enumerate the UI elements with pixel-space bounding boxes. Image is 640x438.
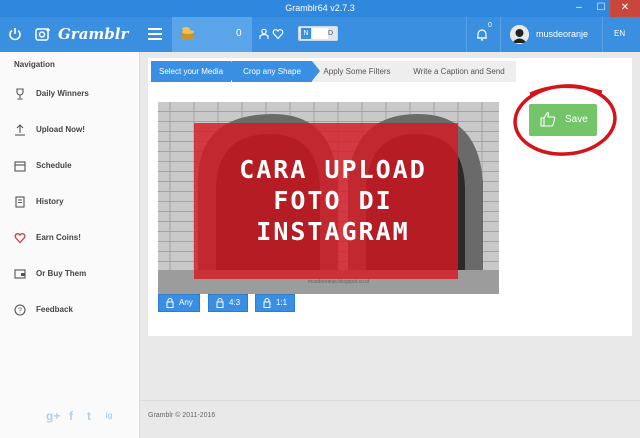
brand-logo: Gramblr [58, 25, 129, 43]
camera-logo-icon [35, 28, 50, 41]
caption-line: FOTO DI [273, 186, 393, 215]
coin-count: 0 [236, 28, 242, 39]
crop-label: Any [179, 298, 193, 307]
step-apply-filters[interactable]: Apply Some Filters [312, 61, 410, 82]
step-arrow [312, 61, 320, 81]
heart-icon [14, 233, 26, 244]
facebook-icon[interactable]: f [64, 409, 78, 423]
trophy-icon [16, 88, 24, 100]
crop-4-3-button[interactable]: 4:3 [208, 294, 248, 312]
power-icon[interactable] [8, 27, 22, 41]
footer-copyright: Gramblr © 2011-2016 [148, 412, 216, 419]
coin-balance[interactable]: 0 [172, 17, 252, 52]
caption-line: INSTAGRAM [256, 217, 410, 246]
toggle-off-label: D [327, 30, 334, 37]
sidebar-item-upload-now[interactable]: Upload Now! [0, 122, 140, 140]
calendar-icon [14, 161, 26, 172]
header-divider [500, 17, 501, 52]
user-icon[interactable] [258, 28, 270, 40]
cart-icon [14, 269, 26, 279]
upload-icon [15, 124, 25, 136]
svg-text:?: ? [18, 308, 22, 315]
sidebar-item-label: Or Buy Them [36, 269, 87, 278]
sidebar-item-schedule[interactable]: Schedule [0, 158, 140, 176]
photo-preview[interactable]: CARA UPLOAD FOTO DI INSTAGRAM musdeoranj… [158, 102, 499, 294]
avatar-image [510, 25, 529, 44]
crop-label: 1:1 [276, 298, 288, 307]
heart-icon[interactable] [272, 28, 284, 40]
sidebar-item-daily-winners[interactable]: Daily Winners [0, 86, 140, 104]
sidebar-item-label: Schedule [36, 161, 72, 170]
photo-caption-text: CARA UPLOAD FOTO DI INSTAGRAM [218, 154, 448, 247]
notification-count: 0 [488, 22, 492, 29]
crop-any-button[interactable]: Any [158, 294, 200, 312]
save-label: Save [565, 114, 588, 125]
close-button[interactable]: ✕ [610, 0, 640, 17]
step-select-media[interactable]: Select your Media [151, 61, 239, 82]
lock-icon [216, 298, 224, 308]
caption-line: CARA UPLOAD [239, 155, 427, 184]
editor-card: Select your Media Crop any Shape Apply S… [148, 58, 632, 336]
nsfw-toggle[interactable]: N D [298, 26, 338, 41]
header-divider [466, 17, 467, 52]
username[interactable]: musdeoranje [536, 29, 588, 39]
sidebar-item-label: Feedback [36, 305, 73, 314]
step-caption-send[interactable]: Write a Caption and Send [402, 61, 516, 82]
save-button[interactable]: Save [529, 104, 597, 136]
sidebar-item-label: History [36, 197, 64, 206]
crop-1-1-button[interactable]: 1:1 [255, 294, 295, 312]
step-arrow [402, 61, 410, 81]
sidebar: Navigation Daily Winners Upload Now! Sch… [0, 52, 140, 438]
sidebar-item-label: Earn Coins! [36, 233, 81, 242]
step-crop-shape[interactable]: Crop any Shape [232, 61, 320, 82]
footer-divider [140, 400, 640, 401]
toggle-on-label: N [301, 28, 311, 39]
step-label: Write a Caption and Send [413, 67, 505, 76]
bell-icon[interactable] [476, 28, 488, 41]
instagram-icon[interactable]: ig [102, 409, 116, 423]
watermark: musdeoranje.blogspot.co.id [308, 279, 370, 285]
sidebar-item-label: Daily Winners [36, 89, 89, 98]
history-icon [15, 196, 25, 208]
app-header: Gramblr 0 N D 0 musdeoranje EN [0, 17, 640, 52]
sidebar-item-earn-coins[interactable]: Earn Coins! [0, 230, 140, 248]
sidebar-item-history[interactable]: History [0, 194, 140, 212]
lock-icon [263, 298, 271, 308]
google-plus-icon[interactable]: g+ [46, 409, 60, 423]
thumbs-up-icon [540, 112, 556, 127]
coin-stack-icon [182, 27, 194, 40]
lock-icon [166, 298, 174, 308]
sidebar-item-label: Upload Now! [36, 125, 85, 134]
nav-title: Navigation [14, 60, 55, 69]
step-label: Apply Some Filters [323, 67, 391, 76]
question-icon: ? [14, 304, 26, 316]
sidebar-item-feedback[interactable]: ? Feedback [0, 302, 140, 320]
language-selector[interactable]: EN [614, 29, 625, 38]
avatar[interactable] [510, 25, 529, 44]
window-titlebar: Gramblr64 v2.7.3 – ☐ ✕ [0, 0, 640, 17]
step-label: Crop any Shape [243, 67, 301, 76]
minimize-button[interactable]: – [568, 0, 590, 17]
step-label: Select your Media [158, 67, 224, 76]
sidebar-item-buy-coins[interactable]: Or Buy Them [0, 266, 140, 284]
twitter-icon[interactable]: t [82, 409, 96, 423]
window-title: Gramblr64 v2.7.3 [285, 3, 355, 13]
maximize-button[interactable]: ☐ [590, 0, 612, 17]
menu-icon[interactable] [148, 28, 162, 40]
crop-label: 4:3 [229, 298, 241, 307]
header-divider [602, 17, 603, 52]
